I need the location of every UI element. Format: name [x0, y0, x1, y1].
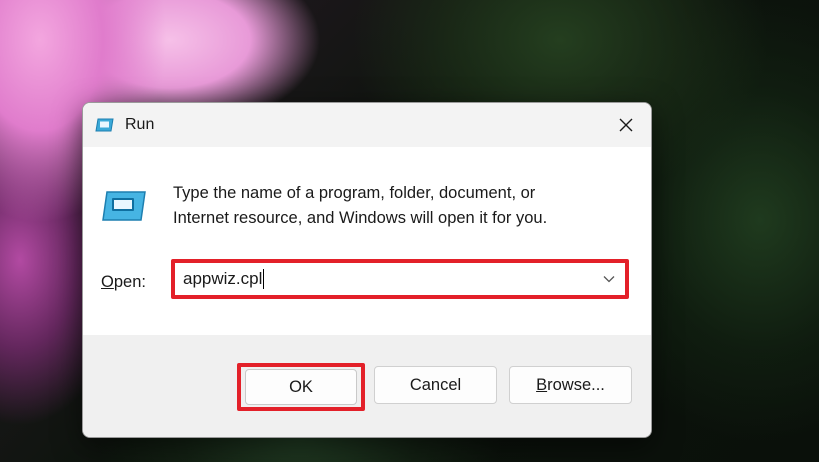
close-icon: [619, 118, 633, 132]
open-label-rest: pen:: [113, 273, 146, 291]
ok-button-highlight: OK: [237, 363, 365, 411]
open-field-highlight: appwiz.cpl: [171, 259, 629, 299]
open-input[interactable]: appwiz.cpl: [183, 269, 601, 289]
description-line-1: Type the name of a program, folder, docu…: [173, 184, 536, 202]
open-input-value: appwiz.cpl: [183, 269, 263, 288]
run-icon: [95, 118, 114, 132]
cancel-button[interactable]: Cancel: [374, 366, 497, 404]
browse-label-mnemonic: B: [536, 375, 548, 394]
window-title: Run: [125, 116, 155, 133]
text-caret: [263, 269, 265, 289]
description-text: Type the name of a program, folder, docu…: [173, 181, 633, 231]
run-icon: [102, 191, 146, 221]
button-bar: OK Cancel Browse...: [83, 335, 651, 437]
open-label-mnemonic: O: [101, 273, 114, 291]
title-bar[interactable]: Run: [83, 103, 651, 147]
open-combobox[interactable]: appwiz.cpl: [179, 267, 621, 291]
ok-button[interactable]: OK: [245, 369, 357, 405]
close-button[interactable]: [609, 109, 643, 141]
open-label: Open:: [101, 273, 146, 292]
description-line-2: Internet resource, and Windows will open…: [173, 209, 548, 227]
browse-button[interactable]: Browse...: [509, 366, 632, 404]
dropdown-button[interactable]: [601, 271, 617, 287]
run-dialog: Run Type the name of a program, folder, …: [82, 102, 652, 438]
browse-label-rest: rowse...: [547, 375, 605, 394]
chevron-down-icon: [603, 276, 615, 283]
dialog-content: Type the name of a program, folder, docu…: [83, 147, 651, 335]
